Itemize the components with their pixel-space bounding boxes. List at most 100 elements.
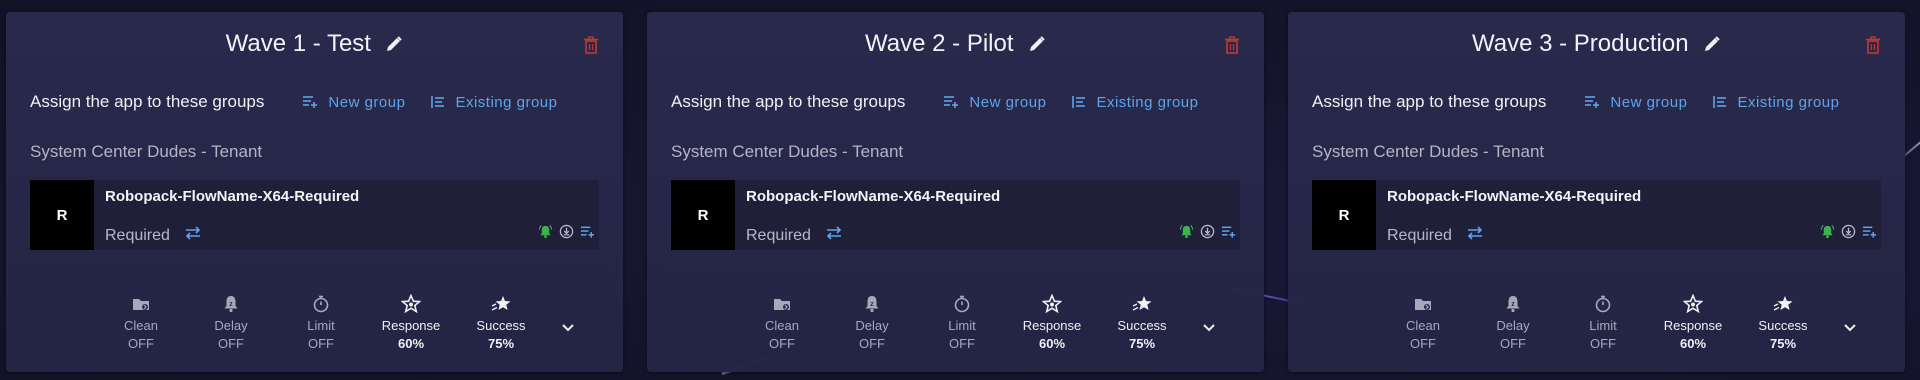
assign-label: Assign the app to these groups — [30, 92, 265, 111]
deployment-settings: Clean OFF z Delay OFF Limit OFF Response… — [96, 293, 546, 351]
setting-value: OFF — [308, 336, 334, 351]
bell-alert-icon[interactable] — [538, 224, 553, 244]
setting-response[interactable]: Response 60% — [366, 293, 456, 351]
pencil-icon[interactable] — [385, 35, 403, 53]
svg-text:z: z — [870, 301, 874, 308]
tenant-name: System Center Dudes - Tenant — [1312, 142, 1545, 161]
pencil-icon[interactable] — [1028, 35, 1046, 53]
add-list-icon — [1585, 96, 1600, 108]
download-circle-icon[interactable] — [559, 224, 574, 244]
assign-label: Assign the app to these groups — [1312, 92, 1547, 111]
setting-clean[interactable]: Clean OFF — [737, 294, 827, 351]
setting-value: OFF — [1590, 336, 1616, 351]
setting-label: Limit — [307, 318, 335, 333]
setting-value: OFF — [218, 336, 244, 351]
setting-value: 60% — [1679, 336, 1707, 351]
add-list-icon[interactable] — [580, 225, 595, 244]
swap-icon[interactable] — [184, 226, 202, 245]
list-icon — [431, 96, 445, 108]
setting-limit[interactable]: Limit OFF — [1558, 294, 1648, 351]
existing-group-label: Existing group — [455, 93, 558, 111]
setting-label: Limit — [1589, 318, 1617, 333]
setting-limit[interactable]: Limit OFF — [276, 294, 366, 351]
download-circle-icon[interactable] — [1200, 224, 1215, 244]
setting-value: OFF — [769, 336, 795, 351]
app-name: Robopack-FlowName-X64-Required — [1387, 188, 1642, 205]
setting-success[interactable]: Success 75% — [456, 294, 546, 351]
trash-icon[interactable] — [1865, 36, 1881, 54]
setting-label: Response — [1022, 318, 1082, 333]
swap-icon[interactable] — [1466, 226, 1484, 245]
deployment-settings: Clean OFF z Delay OFF Limit OFF Response… — [1378, 293, 1828, 351]
shooting-star-icon — [1132, 294, 1152, 314]
app-assignment-row[interactable]: R Robopack-FlowName-X64-Required Require… — [671, 180, 1240, 250]
setting-success[interactable]: Success 75% — [1097, 294, 1187, 351]
new-group-button[interactable]: New group — [943, 94, 1046, 111]
setting-label: Response — [1663, 318, 1723, 333]
setting-label: Delay — [1496, 318, 1530, 333]
star-icon — [1041, 293, 1063, 314]
setting-response[interactable]: Response 60% — [1648, 293, 1738, 351]
setting-label: Clean — [1406, 318, 1440, 333]
setting-delay[interactable]: z Delay OFF — [827, 294, 917, 351]
download-circle-icon[interactable] — [1841, 224, 1856, 244]
assign-row: Assign the app to these groups New group… — [1312, 92, 1881, 112]
setting-limit[interactable]: Limit OFF — [917, 294, 1007, 351]
wave-title: Wave 2 - Pilot — [865, 30, 1014, 57]
setting-delay[interactable]: z Delay OFF — [1468, 294, 1558, 351]
app-name: Robopack-FlowName-X64-Required — [105, 188, 360, 205]
shooting-star-icon — [491, 294, 511, 314]
app-intent-label: Required — [746, 226, 811, 244]
swap-icon[interactable] — [825, 226, 843, 245]
setting-value: OFF — [1410, 336, 1436, 351]
setting-label: Delay — [855, 318, 889, 333]
setting-value: OFF — [128, 336, 154, 351]
assign-row: Assign the app to these groups New group… — [30, 92, 599, 112]
existing-group-button[interactable]: Existing group — [431, 94, 557, 111]
setting-value: OFF — [949, 336, 975, 351]
app-assignment-row[interactable]: R Robopack-FlowName-X64-Required Require… — [30, 180, 599, 250]
setting-label: Delay — [214, 318, 248, 333]
bell-delay-icon: z — [862, 294, 882, 314]
folder-clean-icon — [772, 294, 792, 314]
trash-icon[interactable] — [1224, 36, 1240, 54]
chevron-down-icon[interactable] — [1201, 321, 1217, 333]
bell-alert-icon[interactable] — [1179, 224, 1194, 244]
svg-text:z: z — [229, 301, 233, 308]
wave-title-row: Wave 3 - Production — [1288, 30, 1905, 58]
pencil-icon[interactable] — [1703, 35, 1721, 53]
assign-row: Assign the app to these groups New group… — [671, 92, 1240, 112]
new-group-button[interactable]: New group — [1584, 94, 1687, 111]
app-avatar: R — [30, 180, 94, 250]
add-list-icon[interactable] — [1862, 225, 1877, 244]
setting-success[interactable]: Success 75% — [1738, 294, 1828, 351]
new-group-button[interactable]: New group — [302, 94, 405, 111]
existing-group-button[interactable]: Existing group — [1072, 94, 1198, 111]
add-list-icon[interactable] — [1221, 225, 1236, 244]
new-group-label: New group — [969, 93, 1047, 111]
setting-clean[interactable]: Clean OFF — [1378, 294, 1468, 351]
existing-group-button[interactable]: Existing group — [1713, 94, 1839, 111]
bell-alert-icon[interactable] — [1820, 224, 1835, 244]
wave-title-row: Wave 1 - Test — [6, 30, 623, 58]
wave-title: Wave 1 - Test — [225, 30, 371, 57]
chevron-down-icon[interactable] — [1842, 321, 1858, 333]
wave-card: Wave 1 - Test Assign the app to these gr… — [6, 12, 623, 372]
app-assignment-row[interactable]: R Robopack-FlowName-X64-Required Require… — [1312, 180, 1881, 250]
setting-delay[interactable]: z Delay OFF — [186, 294, 276, 351]
new-group-label: New group — [328, 93, 406, 111]
app-intent: Required — [1387, 226, 1484, 245]
wave-card: Wave 3 - Production Assign the app to th… — [1288, 12, 1905, 372]
assign-label: Assign the app to these groups — [671, 92, 906, 111]
setting-label: Success — [1758, 318, 1808, 333]
stopwatch-icon — [1593, 294, 1613, 314]
setting-label: Success — [476, 318, 526, 333]
setting-clean[interactable]: Clean OFF — [96, 294, 186, 351]
trash-icon[interactable] — [583, 36, 599, 54]
add-list-icon — [303, 96, 318, 108]
setting-label: Clean — [124, 318, 158, 333]
folder-clean-icon — [1413, 294, 1433, 314]
setting-label: Response — [381, 318, 441, 333]
setting-response[interactable]: Response 60% — [1007, 293, 1097, 351]
chevron-down-icon[interactable] — [560, 321, 576, 333]
